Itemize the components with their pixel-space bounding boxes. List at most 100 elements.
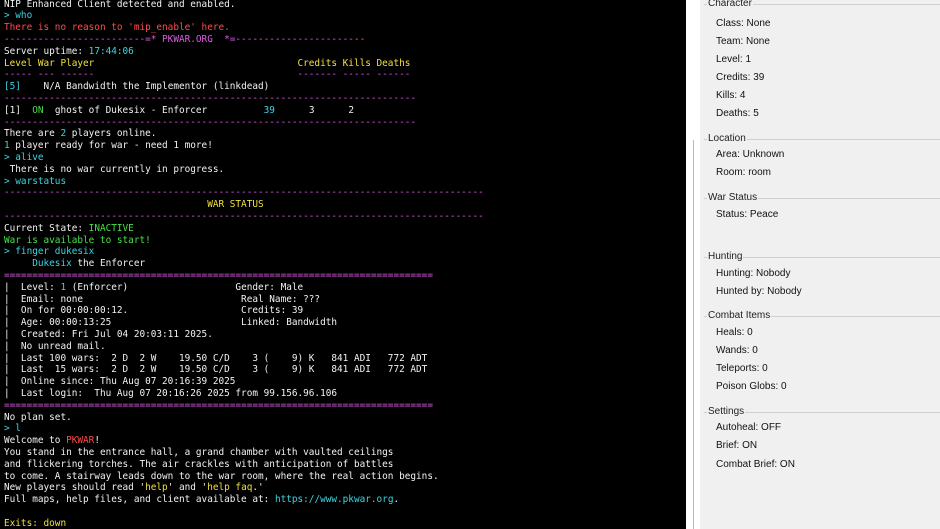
terminal-text: ON xyxy=(32,104,50,116)
sidebar-stat: Wands: 0 xyxy=(716,345,758,356)
terminal-text: players online. xyxy=(66,128,157,140)
terminal-line: | Last 100 wars: 2 D 2 W 19.50 C/D 3 ( 9… xyxy=(4,353,427,365)
terminal-text: War is available to start! xyxy=(4,234,151,246)
sidebar-stat: Autoheal: OFF xyxy=(716,422,782,433)
sidebar-stat: Heals: 0 xyxy=(716,327,753,338)
sidebar-stat: Brief: ON xyxy=(716,440,758,451)
terminal-text: ' and ' xyxy=(167,482,208,494)
terminal-text: Dukesix xyxy=(4,258,72,270)
terminal-text: | Online since: Thu Aug 07 20:16:39 2025 xyxy=(4,376,236,388)
terminal-text: ========================================… xyxy=(4,399,433,411)
terminal-text: > alive xyxy=(4,151,44,163)
sidebar-stat: Deaths: 5 xyxy=(716,108,759,119)
sidebar-scroll-track xyxy=(693,140,694,529)
sidebar-group-title: Character xyxy=(707,0,753,9)
sidebar-group-title: Hunting xyxy=(707,251,744,262)
terminal-line: | Created: Fri Jul 04 20:03:11 2025. xyxy=(4,329,213,341)
terminal-text: .' xyxy=(252,482,264,494)
terminal-text: N/A Bandwidth the Implementor (linkdead) xyxy=(32,81,270,93)
sidebar-stat: Status: Peace xyxy=(716,209,779,220)
terminal-line: to come. A stairway leads down to the wa… xyxy=(4,471,439,483)
terminal-text: INACTIVE xyxy=(88,222,134,234)
terminal-text: PKWAR xyxy=(66,435,95,447)
terminal-text: | Level: xyxy=(4,281,61,293)
terminal-text: Welcome to xyxy=(4,435,67,447)
terminal-line: | Email: none Real Name: ??? xyxy=(4,294,320,306)
sidebar-stat: Credits: 39 xyxy=(716,72,765,83)
terminal-output[interactable]: NIP Enhanced Client detected and enabled… xyxy=(0,0,686,529)
terminal-line: ========================================… xyxy=(4,400,433,412)
terminal-text: | Created: Fri Jul 04 20:03:11 2025. xyxy=(4,328,213,340)
sidebar-group-hunting xyxy=(704,257,940,306)
terminal-text: Level War Player Credits Kills Deaths xyxy=(4,57,411,69)
terminal-line: [1] ON ghost of Dukesix - Enforcer 39 3 … xyxy=(4,105,354,117)
sidebar-group-location xyxy=(704,139,940,188)
terminal-text: ----------------------------------------… xyxy=(4,210,484,222)
terminal-text: | Last 15 wars: 2 D 2 W 19.50 C/D 3 ( 9)… xyxy=(4,364,428,376)
terminal-text: ! xyxy=(94,435,100,447)
sidebar-group-title: War Status xyxy=(707,192,759,203)
terminal-text: 17:44:06 xyxy=(88,45,134,57)
terminal-line: ----- --- ------ ------- ----- ------ xyxy=(4,69,410,81)
terminal-line: ----------------------------------------… xyxy=(4,211,484,223)
sidebar-stat: Class: None xyxy=(716,18,771,29)
terminal-text: | Age: 00:00:13:25 Linked: Bandwidth xyxy=(4,317,338,329)
terminal-text: ghost of Dukesix - Enforcer xyxy=(49,104,264,116)
terminal-line: There is no war currently in progress. xyxy=(4,164,224,176)
terminal-line: > finger dukesix xyxy=(4,246,94,258)
terminal-line: ----------------------------------------… xyxy=(4,117,416,129)
terminal-text: to come. A stairway leads down to the wa… xyxy=(4,470,439,482)
terminal-text: No plan set. xyxy=(4,411,72,423)
sidebar-stat: Hunting: Nobody xyxy=(716,268,791,279)
terminal-text: There is no war currently in progress. xyxy=(4,163,225,175)
terminal-line: and flickering torches. The air crackles… xyxy=(4,459,393,471)
sidebar-stat: Hunted by: Nobody xyxy=(716,286,802,297)
sidebar-group-war-status xyxy=(704,198,940,247)
terminal-line: > who xyxy=(4,10,32,22)
sidebar-stat: Combat Brief: ON xyxy=(716,459,795,470)
terminal-text: (Enforcer) Gender: Male xyxy=(66,281,304,293)
sidebar-stat: Teleports: 0 xyxy=(716,363,768,374)
sidebar-group-title: Settings xyxy=(707,406,746,417)
terminal-line: | Level: 1 (Enforcer) Gender: Male xyxy=(4,282,303,294)
terminal-text: ----- --- ------ ------- ----- ------ xyxy=(4,69,411,81)
terminal-text: [5] xyxy=(4,81,33,93)
sidebar-stat: Poison Globs: 0 xyxy=(716,381,787,392)
terminal-line: Dukesix the Enforcer xyxy=(4,258,145,270)
terminal-line: | No unread mail. xyxy=(4,341,106,353)
terminal-text: the Enforcer xyxy=(71,258,146,270)
terminal-line: Level War Player Credits Kills Deaths xyxy=(4,58,410,70)
terminal-line: 1 player ready for war - need 1 more! xyxy=(4,140,213,152)
terminal-text: ----------------------------------------… xyxy=(4,116,417,128)
terminal-text: 3 2 xyxy=(274,104,354,116)
terminal-text: | On for 00:00:00:12. Credits: 39 xyxy=(4,305,304,317)
sidebar-stat: Team: None xyxy=(716,36,770,47)
terminal-line: Welcome to PKWAR! xyxy=(4,435,100,447)
status-sidebar: Character Class: None Team: None Level: 1 Cr… xyxy=(700,0,940,529)
terminal-text: help faq xyxy=(207,482,253,494)
terminal-line: | Last 15 wars: 2 D 2 W 19.50 C/D 3 ( 9)… xyxy=(4,364,427,376)
terminal-line: Current State: INACTIVE xyxy=(4,223,134,235)
sidebar-stat: Room: room xyxy=(716,167,772,178)
terminal-line: > alive xyxy=(4,152,44,164)
terminal-line: Server uptime: 17:44:06 xyxy=(4,46,134,58)
terminal-text: Server uptime: xyxy=(4,45,89,57)
terminal-text: ----------------------------------------… xyxy=(4,187,484,199)
terminal-line: -------------------------=* PKWAR.ORG *=… xyxy=(4,34,365,46)
terminal-line: | Online since: Thu Aug 07 20:16:39 2025 xyxy=(4,376,235,388)
terminal-text: and flickering torches. The air crackles… xyxy=(4,458,394,470)
terminal-text: There is no reason to 'mip_enable' here. xyxy=(4,22,230,34)
terminal-text: ----------------------------------------… xyxy=(4,92,417,104)
terminal-line: New players should read 'help' and 'help… xyxy=(4,482,264,494)
terminal-text: ========================================… xyxy=(4,269,433,281)
terminal-text: | No unread mail. xyxy=(4,340,106,352)
terminal-text: WAR STATUS xyxy=(4,199,264,211)
sidebar-group-title: Combat Items xyxy=(707,310,772,321)
sidebar-stat: Kills: 4 xyxy=(716,90,746,101)
terminal-text: player ready for war - need 1 more! xyxy=(9,140,213,152)
terminal-line: There is no reason to 'mip_enable' here. xyxy=(4,22,230,34)
terminal-line: ========================================… xyxy=(4,270,433,282)
terminal-text: [1] xyxy=(4,104,33,116)
terminal-text: There are xyxy=(4,128,61,140)
sidebar-stat: Level: 1 xyxy=(716,54,752,65)
